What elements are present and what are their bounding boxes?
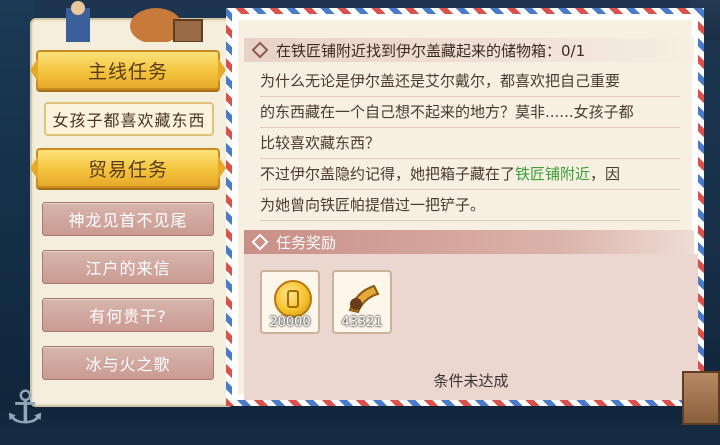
quest-item-label: 神龙见首不见尾 [68, 211, 188, 230]
location-highlight: 铁匠铺附近 [515, 165, 591, 183]
quest-item[interactable]: 有何贵干? [42, 298, 214, 332]
scenery-left [0, 0, 34, 445]
reward-count: 43321 [341, 315, 383, 330]
quest-detail-inner: 在铁匠铺附近找到伊尔盖藏起来的储物箱：0/1 为什么无论是伊尔盖还是艾尔戴尔，都… [238, 20, 698, 400]
anchor-icon: ⚓ [4, 380, 46, 434]
desc-line: 不过伊尔盖隐约记得，她把箱子藏在了铁匠铺附近，因 [260, 159, 680, 190]
quest-detail-panel: 在铁匠铺附近找到伊尔盖藏起来的储物箱：0/1 为什么无论是伊尔盖还是艾尔戴尔，都… [226, 8, 704, 406]
gold-coin-icon [274, 280, 312, 318]
reward-title: 任务奖励 [276, 233, 337, 252]
main-quest-tab[interactable]: 主线任务 [30, 50, 226, 90]
quest-status: 条件未达成 [433, 372, 509, 390]
map-decoration [66, 1, 203, 42]
reward-item-horn[interactable]: 43321 [332, 270, 392, 334]
chest-decoration [682, 371, 720, 425]
quest-title: 在铁匠铺附近找到伊尔盖藏起来的储物箱：0/1 [276, 41, 586, 60]
trade-quest-tab[interactable]: 贸易任务 [30, 148, 226, 188]
desc-line: 比较喜欢藏东西？ [260, 128, 680, 159]
reward-area: 20000 43321 条件未达成 [244, 254, 698, 400]
desc-line: 的东西藏在一个自己想不起来的地方？莫非......女孩子都 [260, 97, 680, 128]
quest-item[interactable]: 神龙见首不见尾 [42, 202, 214, 236]
quest-item-label: 有何贵干? [89, 307, 167, 326]
desc-line: 为她曾向铁匠帕提借过一把铲子。 [260, 190, 680, 221]
reward-header: 任务奖励 [244, 230, 694, 254]
desc-text: 不过伊尔盖隐约记得，她把箱子藏在了 [260, 165, 516, 183]
trade-quest-label: 贸易任务 [87, 158, 168, 181]
reward-item-gold[interactable]: 20000 [260, 270, 320, 334]
quest-item-label: 江户的来信 [85, 259, 171, 278]
main-quest-label: 主线任务 [87, 60, 168, 83]
quest-description: 为什么无论是伊尔盖还是艾尔戴尔，都喜欢把自己重要 的东西藏在一个自己想不起来的地… [260, 66, 680, 221]
quest-item[interactable]: 冰与火之歌 [42, 346, 214, 380]
quest-title-bar: 在铁匠铺附近找到伊尔盖藏起来的储物箱：0/1 [244, 38, 694, 62]
quest-item[interactable]: 江户的来信 [42, 250, 214, 284]
desc-text: ，因 [590, 165, 621, 183]
diamond-icon [251, 41, 269, 59]
horn-item-icon [348, 284, 380, 314]
reward-count: 20000 [269, 315, 311, 330]
quest-item-label: 冰与火之歌 [85, 355, 171, 374]
active-quest-label: 女孩子都喜欢藏东西 [52, 111, 206, 130]
active-quest-item[interactable]: 女孩子都喜欢藏东西 [44, 102, 214, 136]
scenery-bottom [0, 405, 720, 445]
desc-line: 为什么无论是伊尔盖还是艾尔戴尔，都喜欢把自己重要 [260, 66, 680, 97]
diamond-icon [251, 233, 269, 251]
